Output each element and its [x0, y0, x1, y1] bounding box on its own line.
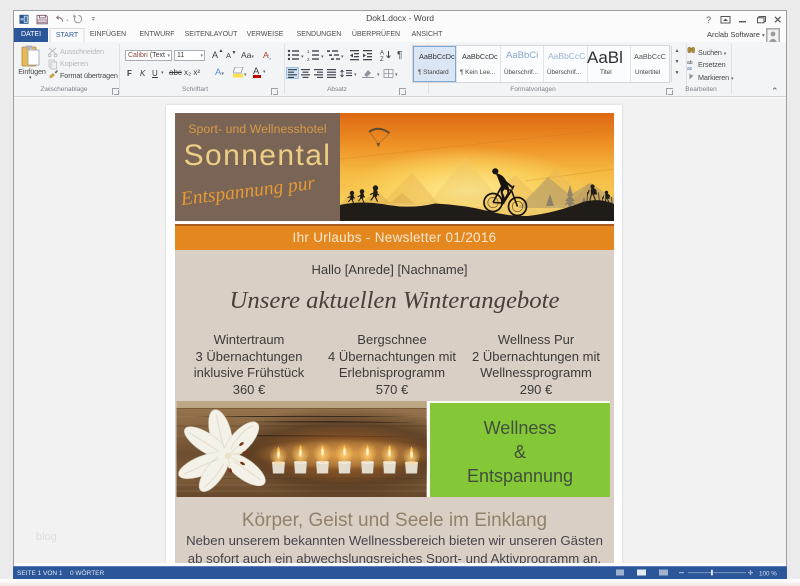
- svg-text:100 %: 100 %: [759, 571, 777, 578]
- svg-text:▾: ▾: [341, 54, 344, 60]
- svg-text:1: 1: [307, 49, 310, 54]
- svg-text:A: A: [380, 51, 384, 57]
- svg-text:Z: Z: [380, 57, 384, 61]
- svg-text:▾: ▾: [321, 54, 324, 60]
- svg-text:▾: ▾: [395, 72, 398, 78]
- svg-text:▾: ▾: [354, 72, 357, 78]
- svg-text:▾: ▾: [301, 54, 304, 60]
- svg-text:¶: ¶: [397, 50, 402, 61]
- svg-text:▾: ▾: [377, 72, 380, 78]
- svg-text:2: 2: [307, 57, 310, 61]
- svg-text:ac: ac: [687, 66, 693, 72]
- svg-text:▾: ▾: [244, 72, 247, 78]
